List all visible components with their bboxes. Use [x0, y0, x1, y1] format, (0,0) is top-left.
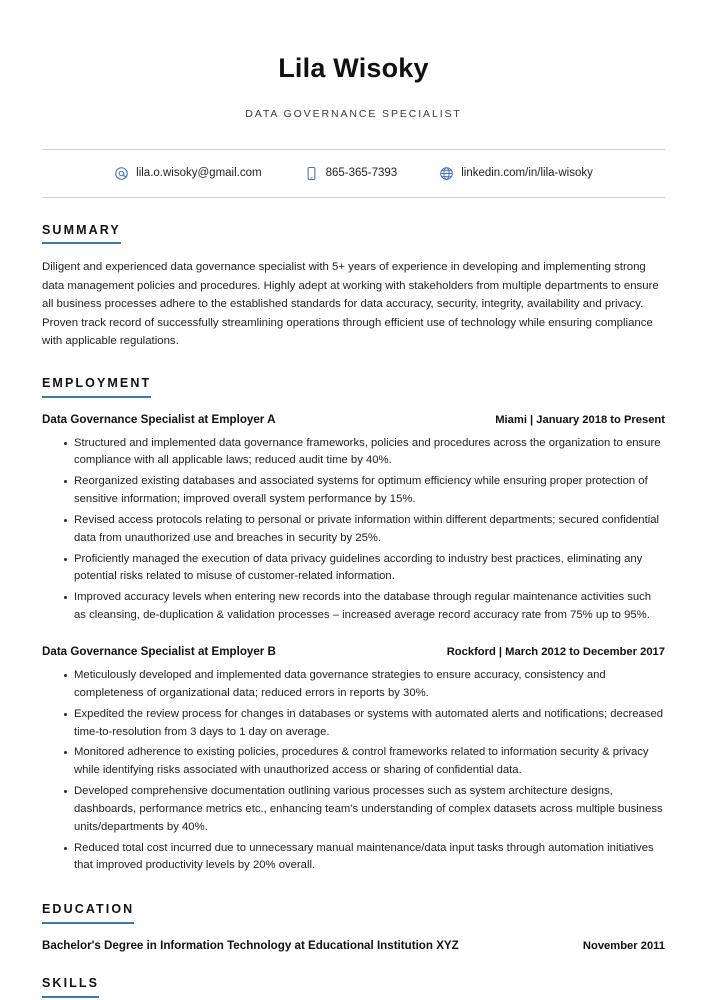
globe-icon	[439, 166, 454, 181]
job-bullet: Meticulously developed and implemented d…	[64, 667, 665, 703]
contact-email-text: lila.o.wisoky@gmail.com	[136, 167, 262, 180]
section-title-employment: EMPLOYMENT	[42, 376, 152, 398]
job-entry: Data Governance Specialist at Employer B…	[42, 645, 665, 875]
phone-icon	[304, 166, 319, 181]
section-title-skills: SKILLS	[42, 976, 100, 998]
job-bullets: Structured and implemented data governan…	[42, 435, 665, 625]
section-title-summary: SUMMARY	[42, 223, 121, 245]
job-bullet: Proficiently managed the execution of da…	[64, 551, 665, 587]
contact-linkedin-text: linkedin.com/in/lila-wisoky	[461, 167, 593, 180]
header-divider-bottom	[42, 196, 665, 198]
education-degree: Bachelor's Degree in Information Technol…	[42, 939, 459, 952]
resume-header: Lila Wisoky DATA GOVERNANCE SPECIALIST	[42, 53, 665, 120]
job-title: Data Governance Specialist at Employer A	[42, 412, 276, 426]
resume-page: Lila Wisoky DATA GOVERNANCE SPECIALIST l…	[0, 0, 707, 1000]
contact-phone[interactable]: 865-365-7393	[304, 166, 398, 181]
job-bullet: Revised access protocols relating to per…	[64, 512, 665, 548]
contact-phone-text: 865-365-7393	[325, 167, 398, 180]
email-icon	[114, 166, 129, 181]
section-employment: EMPLOYMENT Data Governance Specialist at…	[42, 374, 665, 875]
section-education: EDUCATION Bachelor's Degree in Informati…	[42, 900, 665, 952]
education-date: November 2011	[582, 940, 665, 952]
job-meta: Miami | January 2018 to Present	[495, 413, 665, 426]
education-entry: Bachelor's Degree in Information Technol…	[42, 939, 665, 952]
job-bullet: Improved accuracy levels when entering n…	[64, 589, 665, 625]
contact-linkedin[interactable]: linkedin.com/in/lila-wisoky	[439, 166, 593, 181]
job-header: Data Governance Specialist at Employer B…	[42, 645, 665, 658]
job-bullet: Monitored adherence to existing policies…	[64, 744, 665, 780]
job-title: Data Governance Specialist at Employer B	[42, 644, 276, 658]
candidate-role: DATA GOVERNANCE SPECIALIST	[245, 107, 462, 120]
job-header: Data Governance Specialist at Employer A…	[42, 413, 665, 426]
section-title-education: EDUCATION	[42, 902, 135, 924]
job-bullet: Expedited the review process for changes…	[64, 706, 665, 742]
summary-text: Diligent and experienced data governance…	[42, 261, 659, 348]
job-meta: Rockford | March 2012 to December 2017	[446, 645, 665, 658]
section-summary: SUMMARY Diligent and experienced data go…	[42, 221, 665, 351]
job-entry: Data Governance Specialist at Employer A…	[42, 413, 665, 625]
contact-email[interactable]: lila.o.wisoky@gmail.com	[114, 166, 262, 181]
candidate-name: Lila Wisoky	[278, 53, 429, 83]
job-bullets: Meticulously developed and implemented d…	[42, 667, 665, 875]
job-bullet: Developed comprehensive documentation ou…	[64, 783, 665, 837]
job-bullet: Reduced total cost incurred due to unnec…	[64, 840, 665, 876]
section-skills: SKILLS Data Modeling Data Security Data …	[42, 974, 665, 1000]
job-bullet: Reorganized existing databases and assoc…	[64, 473, 665, 509]
contact-row: lila.o.wisoky@gmail.com 865-365-7393 lin…	[42, 150, 665, 197]
job-bullet: Structured and implemented data governan…	[64, 435, 665, 471]
